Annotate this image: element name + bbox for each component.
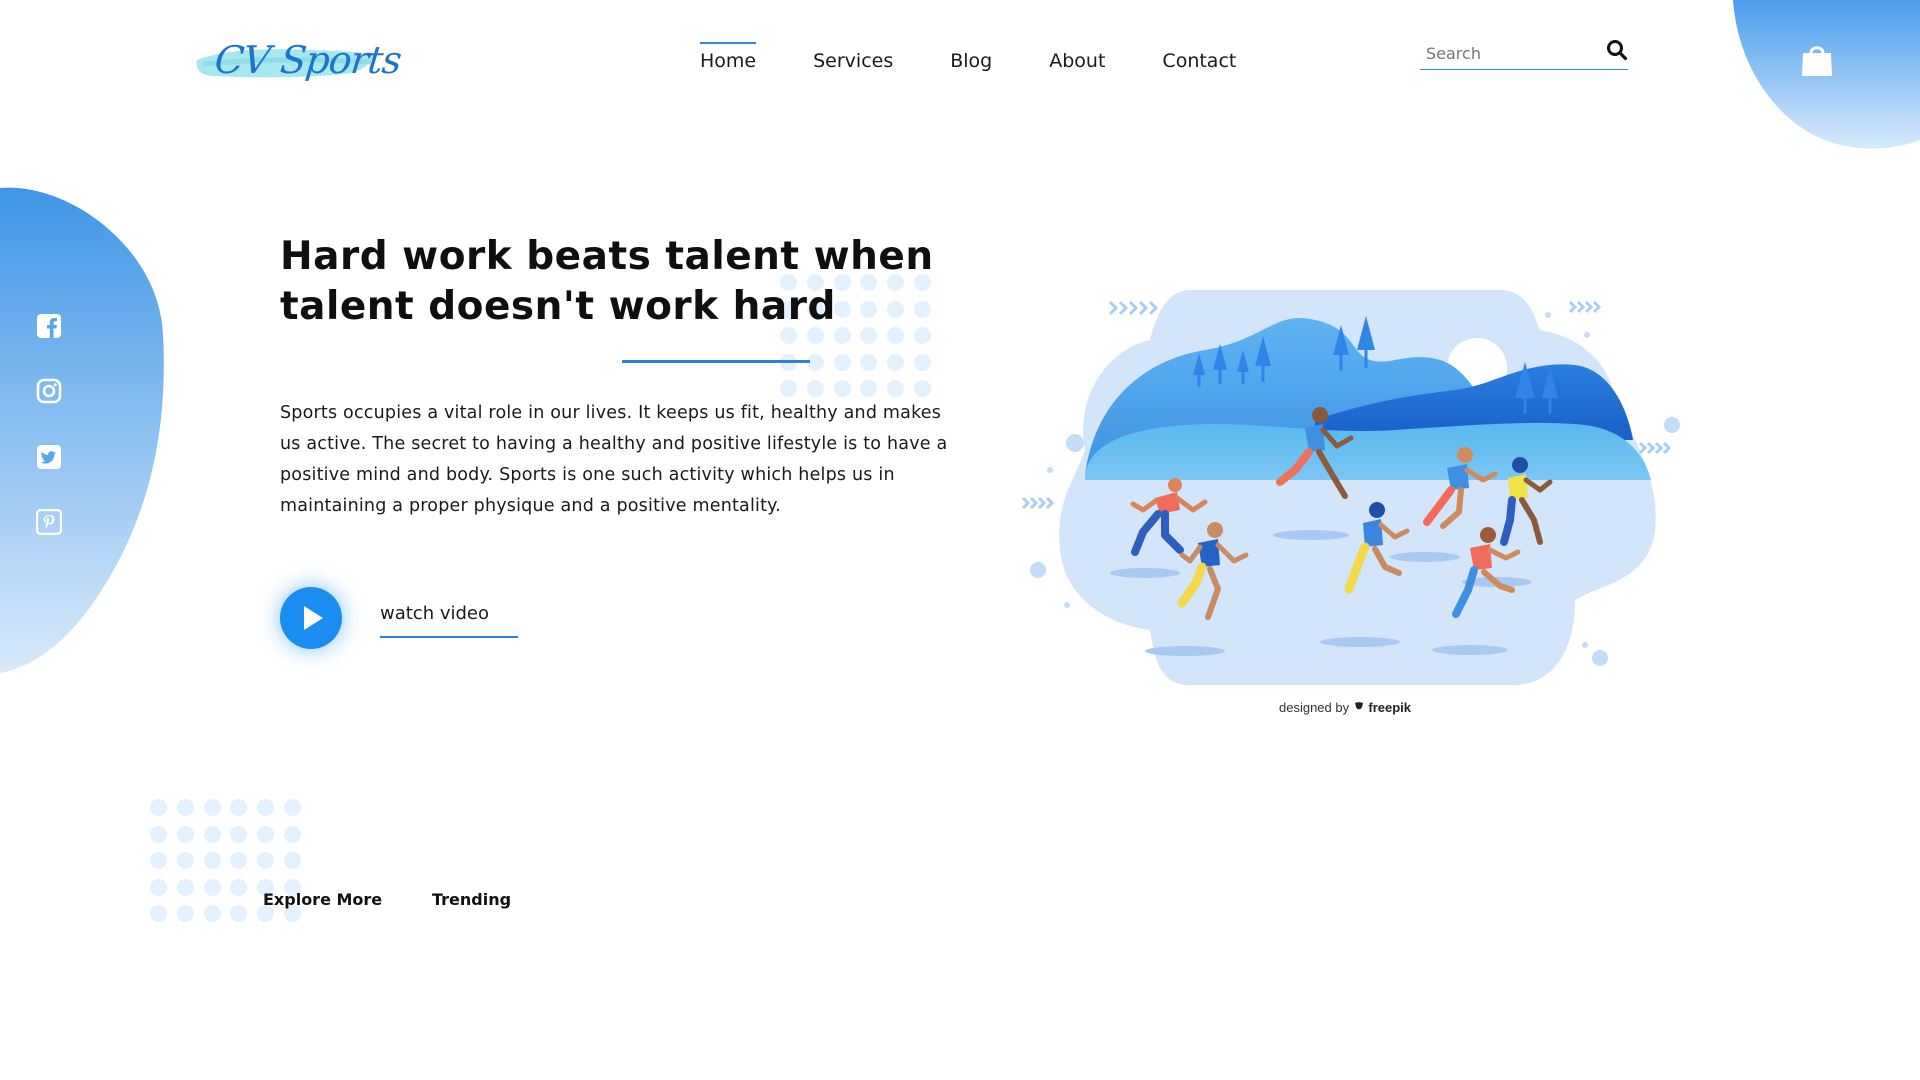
pinterest-icon[interactable] xyxy=(36,509,62,535)
tab-explore-more[interactable]: Explore More xyxy=(263,890,382,909)
nav-item-contact[interactable]: Contact xyxy=(1162,42,1236,72)
illustration-credit: designed by freepik xyxy=(1279,700,1411,715)
hero-divider xyxy=(622,360,810,363)
watch-video-link[interactable]: watch video xyxy=(380,603,518,638)
credit-brand: freepik xyxy=(1368,700,1412,715)
hero-description: Sports occupies a vital role in our live… xyxy=(280,403,948,516)
main-nav: Home Services Blog About Contact xyxy=(700,42,1236,72)
search-box xyxy=(1420,36,1628,70)
hero-title: Hard work beats talent when talent doesn… xyxy=(280,234,934,329)
logo[interactable]: CV Sports xyxy=(193,28,403,90)
nav-item-about[interactable]: About xyxy=(1049,42,1105,72)
tab-trending[interactable]: Trending xyxy=(432,890,511,909)
search-input[interactable] xyxy=(1426,42,1596,64)
play-icon xyxy=(304,606,323,630)
play-video-button[interactable] xyxy=(280,587,342,649)
freepik-logo-icon xyxy=(1354,702,1363,710)
nav-item-blog[interactable]: Blog xyxy=(950,42,992,72)
nav-item-services[interactable]: Services xyxy=(813,42,893,72)
instagram-icon[interactable] xyxy=(36,378,62,404)
credit-prefix: designed by xyxy=(1279,700,1350,715)
nav-item-home[interactable]: Home xyxy=(700,42,757,72)
logo-text: CV Sports xyxy=(212,38,404,82)
facebook-icon[interactable] xyxy=(36,313,62,339)
search-icon[interactable] xyxy=(1606,39,1628,61)
runners-illustration xyxy=(1021,290,1680,685)
shopping-bag-icon[interactable] xyxy=(1800,42,1834,78)
twitter-icon[interactable] xyxy=(36,444,62,470)
